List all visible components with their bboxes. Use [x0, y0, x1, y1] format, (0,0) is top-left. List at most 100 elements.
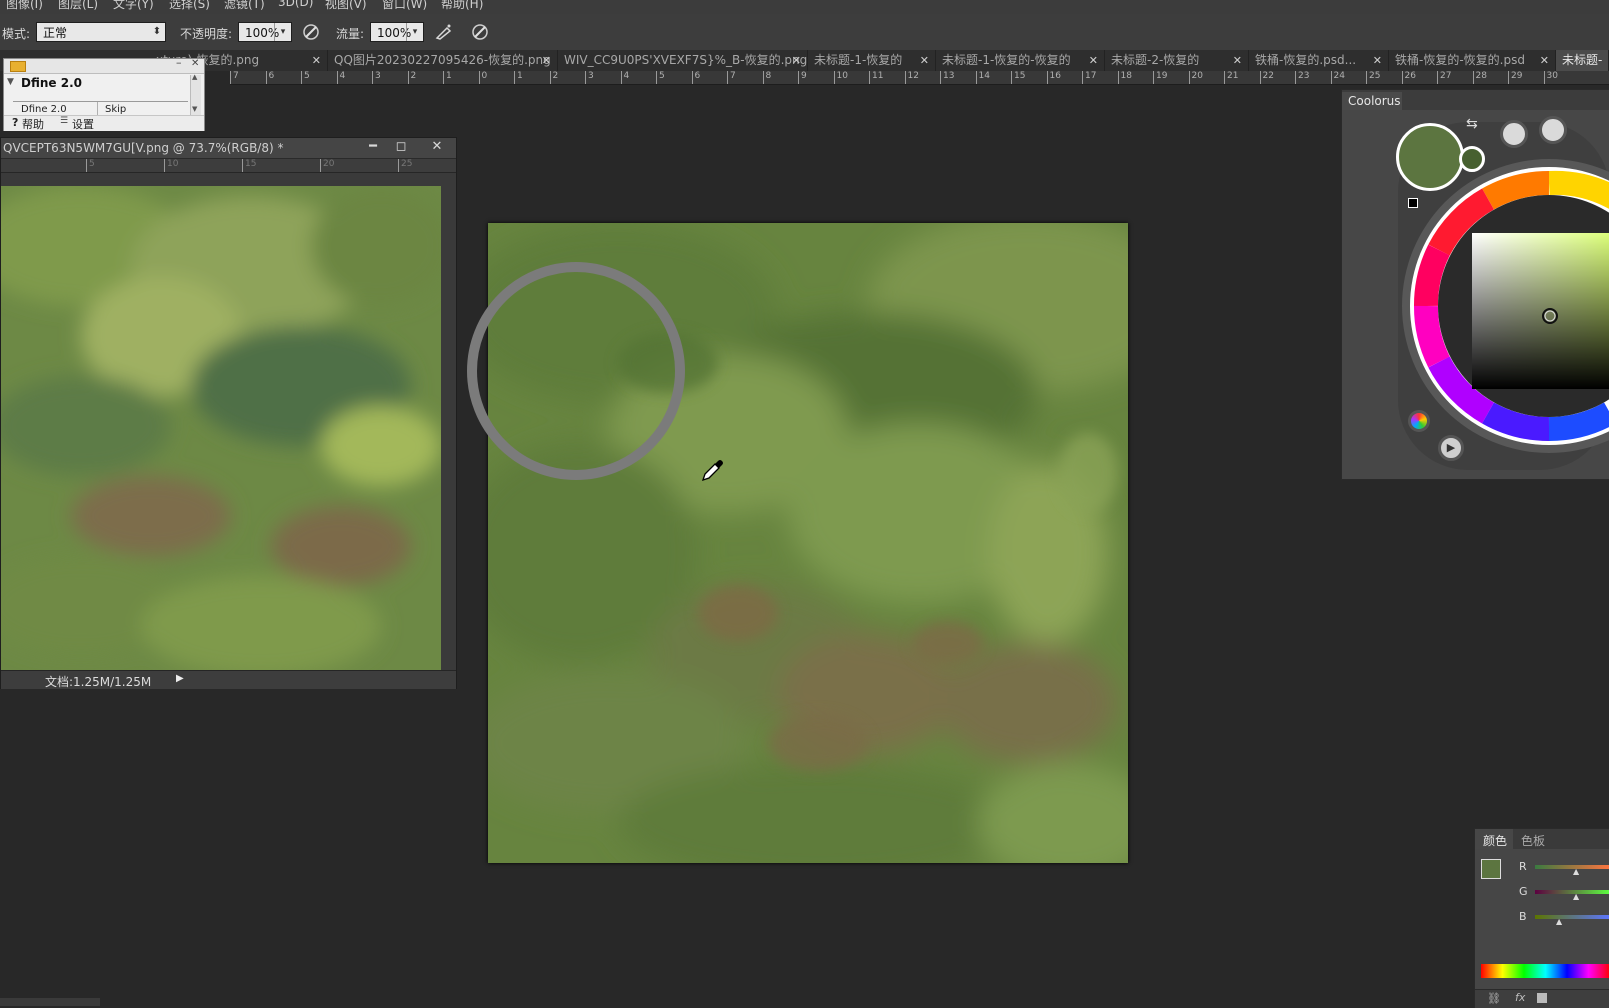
background-color-swatch[interactable] [1459, 146, 1485, 172]
horizontal-ruler: 7 6 5 4 3 2 1 0 1 2 3 4 5 6 7 8 9 10 11 12 13 14 15 16 17 18 19 20 2… [230, 71, 1609, 85]
fx-icon[interactable]: fx [1515, 991, 1525, 1004]
close-icon[interactable]: ✕ [792, 50, 801, 71]
foreground-color-swatch[interactable] [1481, 859, 1501, 879]
blue-slider[interactable] [1535, 915, 1609, 919]
airbrush-icon[interactable] [434, 22, 454, 42]
opacity-field[interactable]: 100% ▾ [238, 22, 292, 42]
color-panel-tabs: 颜色 色板 [1475, 829, 1609, 849]
ruler-tick: 26 [1401, 71, 1416, 84]
tab-document-6[interactable]: 未标题-2-恢复的 ✕ [1105, 50, 1249, 71]
menu-select[interactable]: 选择(S) [169, 0, 210, 12]
menu-window[interactable]: 窗口(W) [382, 0, 427, 12]
ruler-tick: 12 [904, 71, 919, 84]
document-size-status: 文档:1.25M/1.25M [45, 675, 152, 689]
minimize-icon[interactable]: – [176, 56, 182, 69]
close-icon[interactable]: ✕ [1373, 50, 1382, 71]
tab-document-8[interactable]: 铁桶-恢复的-恢复的.psd ✕ [1389, 50, 1556, 71]
maximize-icon[interactable]: ◻ [389, 139, 413, 155]
slider-thumb-icon[interactable]: ▲ [1573, 867, 1579, 876]
ruler-tick: 7 [727, 71, 736, 84]
dfine-cell[interactable]: Skip [105, 104, 126, 115]
tab-document-active[interactable]: 未标题- [1556, 50, 1609, 71]
chevron-down-icon[interactable]: ▾ [406, 23, 423, 41]
foreground-color-swatch[interactable] [1396, 123, 1464, 191]
document-image[interactable] [1, 186, 441, 670]
link-icon[interactable]: ⛓ [1487, 992, 1501, 1005]
close-icon[interactable]: ✕ [542, 50, 551, 71]
mode-select[interactable]: 正常 ⬍ [36, 22, 166, 42]
dfine-titlebar[interactable]: – ✕ [4, 56, 204, 74]
menu-filter[interactable]: 滤镜(T) [224, 0, 265, 12]
ruler-tick: 2 [407, 71, 416, 84]
help-button[interactable]: 帮助 [22, 116, 44, 132]
minimize-icon[interactable]: ━ [361, 139, 385, 155]
swap-colors-icon[interactable]: ⇆ [1466, 116, 1478, 132]
color-spectrum-bar[interactable] [1481, 964, 1609, 978]
menu-3d[interactable]: 3D(D) [278, 0, 313, 9]
menu-help[interactable]: 帮助(H) [441, 0, 483, 12]
dfine-cell[interactable]: Dfine 2.0 [21, 104, 67, 115]
play-arrow-icon[interactable]: ▶ [176, 673, 184, 684]
tab-label: 未标题-1-恢复的-恢复的 [942, 53, 1071, 67]
close-icon[interactable]: ✕ [312, 50, 321, 71]
tab-document-4[interactable]: 未标题-1-恢复的 ✕ [808, 50, 936, 71]
ruler-tick: 1 [443, 71, 452, 84]
scroll-up-icon[interactable]: ▲ [192, 73, 197, 81]
tab-label: 未标题-2-恢复的 [1111, 53, 1200, 67]
scroll-down-icon[interactable]: ▼ [192, 105, 197, 113]
dfine-footer: ? 帮助 ☰ 设置 [4, 115, 204, 131]
tablet-opacity-pressure-icon[interactable] [301, 22, 321, 42]
collapse-triangle-icon[interactable]: ▼ [7, 77, 14, 87]
close-icon[interactable]: ✕ [1233, 50, 1242, 71]
mode-dial-icon[interactable] [1539, 116, 1567, 144]
color-panel: 颜色 色板 R G B ▲ ▲ ▲ ⛓ fx [1474, 828, 1609, 1008]
menu-image[interactable]: 图像(I) [6, 0, 43, 12]
flow-field[interactable]: 100% ▾ [370, 22, 424, 42]
green-slider[interactable] [1535, 890, 1609, 894]
ruler-tick: 20 [320, 159, 334, 172]
tab-color[interactable]: 颜色 [1475, 829, 1513, 849]
document-window-titlebar[interactable]: QVCEPT63N5WM7GU[V.png @ 73.7%(RGB/8) * ━… [1, 138, 456, 159]
chevron-down-icon[interactable]: ▾ [274, 23, 291, 41]
menu-bar: 图像(I) 图层(L) 文字(Y) 选择(S) 滤镜(T) 3D(D) 视图(V… [0, 0, 1609, 14]
help-icon: ? [12, 116, 19, 129]
layers-footer: ⛓ fx [1475, 989, 1609, 1008]
ruler-tick: 23 [1295, 71, 1309, 84]
ruler-tick: 0 [478, 71, 487, 84]
mode-value: 正常 [43, 26, 68, 40]
ruler-tick: 6 [691, 71, 700, 84]
mode-dial-icon[interactable] [1500, 120, 1528, 148]
ruler-tick: 22 [1259, 71, 1274, 84]
dfine-title: Dfine 2.0 [21, 76, 82, 90]
mask-icon[interactable] [1537, 993, 1547, 1003]
tab-document-7[interactable]: 铁桶-恢复的.psd... ✕ [1249, 50, 1389, 71]
default-colors-icon[interactable] [1408, 198, 1418, 208]
menu-view[interactable]: 视图(V) [325, 0, 367, 12]
tab-document-3[interactable]: WIV_CC9U0PS'XVEXF7S}%_B-恢复的.png ✕ [558, 50, 808, 71]
play-icon[interactable]: ▶ [1438, 435, 1464, 461]
red-label: R [1519, 860, 1527, 873]
color-wheel-mode-icon[interactable] [1408, 410, 1430, 432]
menu-type[interactable]: 文字(Y) [113, 0, 154, 12]
settings-button[interactable]: 设置 [72, 116, 94, 132]
close-icon[interactable]: ✕ [920, 50, 929, 71]
dfine-scrollbar[interactable]: ▲ ▼ [190, 73, 201, 115]
tab-swatches[interactable]: 色板 [1521, 832, 1545, 849]
tab-coolorus[interactable]: Coolorus [1342, 92, 1402, 110]
tab-document-2[interactable]: QQ图片20230227095426-恢复的.png ✕ [328, 50, 558, 71]
vertical-scrollbar[interactable] [441, 186, 455, 670]
close-icon[interactable]: ✕ [425, 139, 449, 155]
slider-thumb-icon[interactable]: ▲ [1573, 892, 1579, 901]
red-slider[interactable] [1535, 865, 1609, 869]
tablet-size-pressure-icon[interactable] [470, 22, 490, 42]
close-icon[interactable]: ✕ [1089, 50, 1098, 71]
close-icon[interactable]: ✕ [1540, 50, 1549, 71]
dfine-panel: – ✕ ▼ Dfine 2.0 Dfine 2.0 Skip ▲ ▼ ? 帮助 … [3, 56, 205, 131]
tab-document-5[interactable]: 未标题-1-恢复的-恢复的 ✕ [936, 50, 1105, 71]
updown-arrows-icon: ⬍ [152, 26, 162, 37]
tab-label: WIV_CC9U0PS'XVEXF7S}%_B-恢复的.png [564, 53, 808, 67]
ruler-tick: 19 [1153, 71, 1167, 84]
slider-thumb-icon[interactable]: ▲ [1556, 917, 1562, 926]
close-icon[interactable]: ✕ [191, 58, 199, 69]
menu-layer[interactable]: 图层(L) [58, 0, 98, 12]
